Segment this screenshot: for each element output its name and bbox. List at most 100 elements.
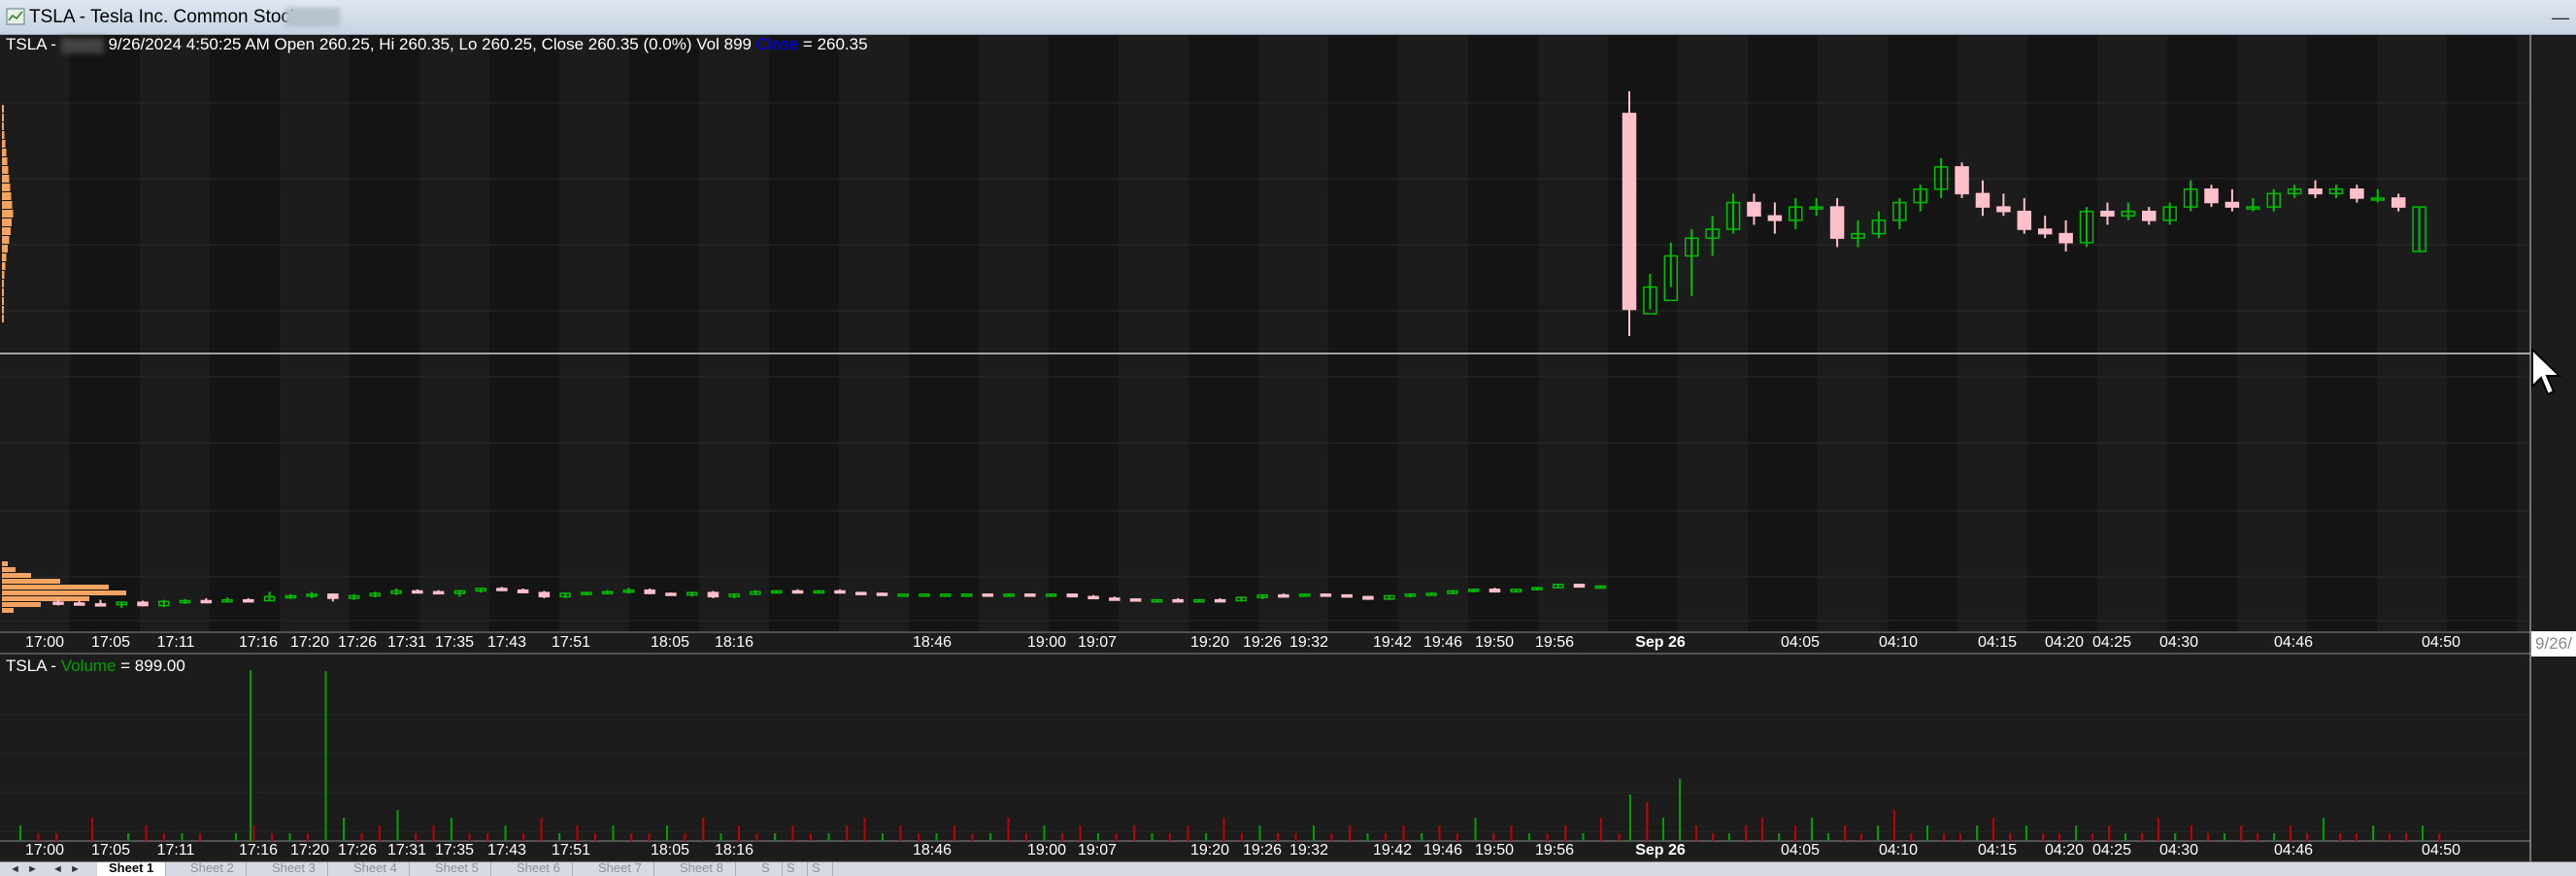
time-band [1748, 35, 1818, 632]
volume-bar [1241, 833, 1243, 841]
volume-pane-header: TSLA - Volume = 899.00 [6, 657, 185, 676]
price-bar-details: 9/26/2024 4:50:25 AM Open 260.25, Hi 260… [108, 35, 752, 53]
price-x-axis-tick-label: 19:46 [1422, 634, 1463, 651]
volume-bar [145, 825, 148, 841]
volume-bar [288, 833, 291, 841]
candle-down [1024, 593, 1036, 597]
price-x-axis-tick-label: 18:05 [650, 634, 690, 651]
volume-profile-bar [2, 585, 109, 590]
volume-x-axis-tick-label: 04:05 [1780, 842, 1821, 859]
candle-down [855, 591, 867, 595]
time-band [2447, 35, 2517, 632]
candle-down [2142, 210, 2157, 221]
volume-bar [576, 825, 579, 841]
volume-bar [1402, 825, 1405, 841]
volume-bar [1662, 818, 1664, 841]
volume-profile-bar [2, 140, 6, 148]
sheet-tab[interactable]: Sheet 8 [668, 862, 736, 876]
candle-down [1489, 589, 1501, 593]
redacted-symbol-suffix [60, 37, 104, 53]
volume-bar [343, 818, 345, 841]
price-pane-header: TSLA - 9/26/2024 4:50:25 AM Open 260.25,… [6, 35, 868, 54]
volume-series-value: = 899.00 [120, 657, 185, 675]
volume-bar [1492, 833, 1494, 841]
sheet-tab[interactable]: Sheet 2 [179, 862, 247, 876]
volume-bar [971, 833, 974, 841]
volume-x-axis-tick-label: 04:15 [1977, 842, 2018, 859]
volume-profile-bar [2, 236, 10, 244]
minimize-button[interactable]: — [2552, 8, 2576, 27]
volume-profile-bar [2, 210, 14, 218]
sheet-tab[interactable]: S [800, 862, 833, 876]
volume-bar [1877, 825, 1879, 841]
sheet-tab[interactable]: Sheet 5 [423, 862, 491, 876]
volume-profile-bar [2, 271, 5, 279]
volume-bar [2224, 833, 2225, 841]
sheet-tab[interactable]: Sheet 1 [97, 862, 167, 876]
sheet-nav-button[interactable]: ► [70, 862, 81, 876]
volume-bar [1811, 818, 1813, 841]
volume-profile-bar [2, 297, 4, 305]
chart-canvas[interactable] [0, 35, 2576, 861]
sheet-nav-button[interactable]: ◄ [52, 862, 63, 876]
price-x-axis-tick-label: 19:26 [1242, 634, 1283, 651]
volume-x-axis-tick-label: 04:20 [2044, 842, 2085, 859]
volume-bar [1827, 833, 1829, 841]
volume-bar [252, 825, 255, 841]
volume-bar [1007, 818, 1010, 841]
volume-bar [2438, 833, 2440, 841]
volume-bar [899, 825, 902, 841]
volume-bar [594, 833, 596, 841]
volume-profile-bar [2, 596, 89, 601]
time-band [2027, 35, 2097, 632]
chart-window-icon [6, 8, 25, 25]
volume-bar [2323, 818, 2325, 841]
sheet-nav-button[interactable]: ► [27, 862, 38, 876]
volume-bar [415, 833, 417, 841]
volume-profile-bar [2, 590, 126, 595]
volume-x-axis-tick-label: 17:51 [551, 842, 591, 859]
sheet-tab[interactable]: Sheet 4 [342, 862, 410, 876]
sheet-tab[interactable]: Sheet 7 [586, 862, 654, 876]
candle-down [1996, 206, 2011, 213]
volume-x-axis-tick-label: 17:05 [90, 842, 131, 859]
sheet-tab[interactable]: Sheet 3 [260, 862, 328, 876]
volume-bar [451, 818, 452, 841]
volume-bar [19, 825, 21, 841]
sheet-tab[interactable]: Sheet 6 [505, 862, 573, 876]
volume-bar [2389, 833, 2391, 841]
volume-bar [540, 818, 543, 841]
sheet-nav-button[interactable]: ◄ [10, 862, 20, 876]
price-x-axis-tick-label: 19:50 [1474, 634, 1515, 651]
date-cursor-tag: 9/26/ [2531, 631, 2576, 657]
volume-bar [1079, 825, 1082, 841]
price-x-axis-tick-label: 19:00 [1026, 634, 1067, 651]
volume-x-axis-tick-label: 19:50 [1474, 842, 1515, 859]
volume-profile-bar [2, 192, 12, 200]
close-series-label: Close [755, 35, 799, 53]
volume-bar [1222, 818, 1225, 841]
volume-profile-bar [2, 114, 4, 121]
candle-down [94, 603, 107, 607]
volume-x-axis-tick-label: 19:32 [1288, 842, 1329, 859]
volume-bar [827, 833, 830, 841]
time-band [1468, 35, 1538, 632]
volume-bar [2339, 833, 2341, 841]
candle-down [1747, 201, 1761, 218]
volume-bar [1976, 825, 1978, 841]
volume-bar [612, 825, 615, 841]
volume-bar [1277, 833, 1279, 841]
volume-bar [1695, 825, 1697, 841]
volume-bar [1133, 825, 1135, 841]
price-symbol: TSLA - [6, 35, 56, 53]
volume-bar [630, 833, 632, 841]
candle-down [496, 588, 508, 591]
candle-down [412, 590, 423, 594]
mouse-pointer-icon [2531, 348, 2562, 396]
volume-bar [2009, 833, 2011, 841]
volume-bar [1510, 825, 1513, 841]
volume-profile-bar [2, 105, 4, 113]
volume-bar [1061, 833, 1063, 841]
volume-profile-bar [2, 288, 4, 296]
price-x-axis-tick-label: 17:16 [238, 634, 279, 651]
